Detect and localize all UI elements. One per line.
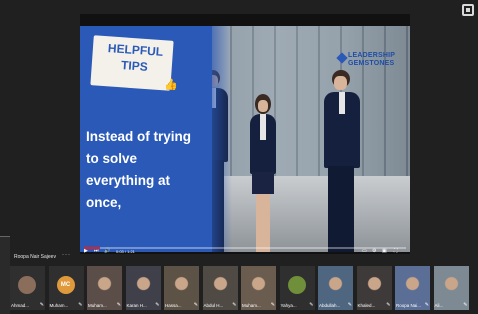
mic-muted-icon: ✎ xyxy=(347,302,352,308)
participant-tile[interactable]: MC Muham... ✎ xyxy=(48,266,84,310)
participant-tile[interactable]: Muham... ✎ xyxy=(87,266,122,310)
mic-muted-icon: ✎ xyxy=(424,302,429,308)
next-icon[interactable]: ⏭ xyxy=(94,248,99,254)
video-controls: ▶ ⏭ 🔊 0:03 / 1:21 ▭ ⚙ ▣ ⛶ xyxy=(80,246,410,254)
participant-tile[interactable]: Roopa Nai... ✎ xyxy=(395,266,430,310)
participant-name: Abdul H... xyxy=(203,303,224,308)
shared-screen: HELPFUL TIPS 👍 Instead of trying to solv… xyxy=(80,14,410,254)
volume-icon[interactable]: 🔊 xyxy=(104,248,110,254)
settings-icon[interactable]: ⚙ xyxy=(372,248,376,254)
participant-tile[interactable]: Ali... ✎ xyxy=(433,266,469,310)
mic-muted-icon: ✎ xyxy=(155,302,160,308)
mic-muted-icon: ✎ xyxy=(39,302,44,308)
participant-name: Ali... xyxy=(434,303,444,308)
mic-muted-icon: ✎ xyxy=(232,302,237,308)
mic-muted-icon: ✎ xyxy=(386,302,391,308)
play-icon[interactable]: ▶ xyxy=(84,248,88,254)
slide-body-text: Instead of trying to solve everything at… xyxy=(86,129,192,210)
participant-tile[interactable]: Khaled... ✎ xyxy=(356,266,392,310)
video-time: 0:03 / 1:21 xyxy=(116,249,135,254)
window-layout-icon[interactable] xyxy=(462,4,474,16)
participant-name: Muham... xyxy=(88,303,107,308)
participant-name: Hassa... xyxy=(165,303,182,308)
mic-muted-icon: ✎ xyxy=(193,302,198,308)
participant-strip: Ahmad... ✎ MC Muham... ✎ Muham... ✎ Karan H... ✎… xyxy=(10,266,478,312)
thumbs-up-icon: 👍 xyxy=(164,79,178,91)
participant-tile[interactable]: Abdul H... ✎ xyxy=(202,266,238,310)
participant-name: Karan H... xyxy=(126,303,147,308)
slide-tips-title: HELPFUL TIPS xyxy=(107,41,164,74)
participant-name: Roopa Nai... xyxy=(396,303,422,308)
mic-muted-icon: ✎ xyxy=(463,302,468,308)
fullscreen-icon[interactable]: ⛶ xyxy=(394,248,398,254)
participant-tile[interactable]: Abdullah... ✎ xyxy=(318,266,353,310)
mic-muted-icon: ✎ xyxy=(309,302,314,308)
presenter-name: Roopa Nair Sajeev xyxy=(14,254,56,260)
subtitles-icon[interactable]: ▭ xyxy=(362,248,367,254)
slide-panel-fade xyxy=(202,26,232,252)
participant-name: Abdullah... xyxy=(319,303,341,308)
participant-name: Yahya... xyxy=(280,303,297,308)
participant-tile[interactable]: Karan H... ✎ xyxy=(125,266,161,310)
presentation-slide: HELPFUL TIPS 👍 Instead of trying to solv… xyxy=(80,26,410,252)
youtube-icon[interactable]: ▣ xyxy=(382,248,387,254)
avatar xyxy=(18,276,36,294)
participant-name: Ahmad... xyxy=(11,303,30,308)
more-options-icon[interactable]: ··· xyxy=(62,252,71,258)
meeting-window: HELPFUL TIPS 👍 Instead of trying to solv… xyxy=(0,0,478,314)
participant-tile[interactable]: Yahya... ✎ xyxy=(279,266,315,310)
participant-tile[interactable]: Hassa... ✎ xyxy=(164,266,199,310)
participant-name: Muham... xyxy=(242,303,261,308)
mic-muted-icon: ✎ xyxy=(78,302,83,308)
avatar xyxy=(287,276,306,294)
mic-muted-icon: ✎ xyxy=(270,302,275,308)
left-edge-panel xyxy=(0,236,10,314)
mic-muted-icon: ✎ xyxy=(116,302,121,308)
avatar: MC xyxy=(56,276,75,294)
logo-line-1: LEADERSHIP xyxy=(348,52,396,59)
logo-text: LEADERSHIP GEMSTONES xyxy=(348,52,395,68)
participant-tile[interactable]: Ahmad... ✎ xyxy=(10,266,45,310)
participant-name: Khaled... xyxy=(357,303,376,308)
logo-line-2: GEMSTONES xyxy=(348,60,395,67)
participant-name: Muham... xyxy=(49,303,69,308)
participant-tile[interactable]: Muham... ✎ xyxy=(241,266,276,310)
